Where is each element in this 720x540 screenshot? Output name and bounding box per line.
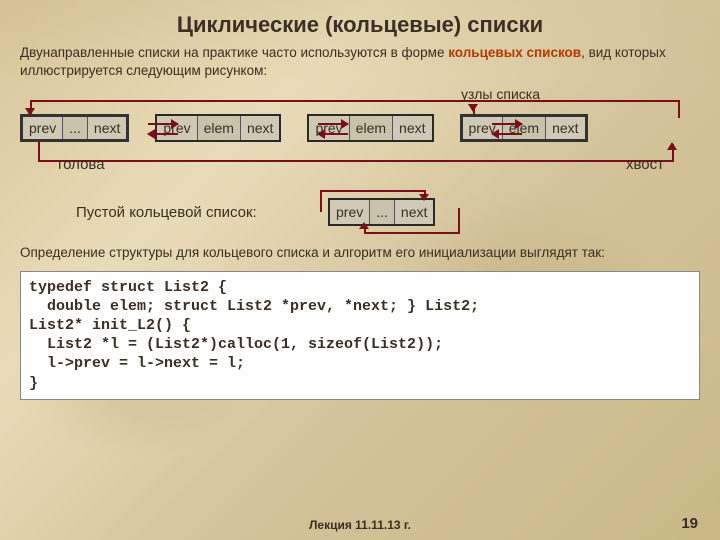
cell-dots: ... <box>63 117 88 139</box>
label-head: голова <box>58 156 105 173</box>
prev-arrow <box>492 133 522 135</box>
cell-next: next <box>393 116 431 140</box>
head-node: prev ... next <box>20 114 129 142</box>
wrap-line <box>38 160 674 162</box>
cell-next: next <box>395 200 433 224</box>
cell-next: next <box>241 116 279 140</box>
prev-arrow <box>318 133 348 135</box>
self-loop <box>320 190 322 212</box>
keyword-ring-lists: кольцевых списков <box>448 45 581 60</box>
wrap-line <box>678 100 680 118</box>
empty-list-node: prev ... next <box>328 198 435 226</box>
next-arrow <box>318 123 348 125</box>
ring-list-diagram: узлы списка prev ... next prev elem next… <box>20 86 700 236</box>
cell-next: next <box>546 117 584 139</box>
arrowhead-icon <box>667 142 677 150</box>
wrap-line <box>30 100 680 102</box>
cell-prev: prev <box>23 117 63 139</box>
next-arrow <box>148 123 178 125</box>
self-loop <box>458 208 460 232</box>
intro-text-1: Двунаправленные списки на практике часто… <box>20 45 448 60</box>
next-arrow <box>492 123 522 125</box>
cell-prev: prev <box>330 200 370 224</box>
wrap-line <box>38 142 40 160</box>
definition-paragraph: Определение структуры для кольцевого спи… <box>20 244 700 262</box>
label-empty-list: Пустой кольцевой список: <box>76 204 257 221</box>
page-number: 19 <box>681 515 698 532</box>
self-loop <box>364 232 460 234</box>
tail-node: prev elem next <box>460 114 588 142</box>
arrowhead-icon <box>359 222 369 229</box>
self-loop <box>320 190 426 192</box>
cell-elem: elem <box>503 117 546 139</box>
arrowhead-icon <box>419 194 429 201</box>
cell-dots: ... <box>370 200 395 224</box>
list-node: prev elem next <box>307 114 433 142</box>
cell-elem: elem <box>350 116 393 140</box>
intro-paragraph: Двунаправленные списки на практике часто… <box>20 44 700 80</box>
slide-title: Циклические (кольцевые) списки <box>20 12 700 38</box>
arrowhead-icon <box>25 108 35 116</box>
footer-lecture: Лекция 11.11.13 г. <box>0 518 720 532</box>
label-tail: хвост <box>626 156 664 173</box>
cell-next: next <box>88 117 126 139</box>
node-row: prev ... next prev elem next prev elem n… <box>20 114 700 142</box>
cell-elem: elem <box>198 116 241 140</box>
prev-arrow <box>148 133 178 135</box>
code-block: typedef struct List2 { double elem; stru… <box>20 271 700 400</box>
